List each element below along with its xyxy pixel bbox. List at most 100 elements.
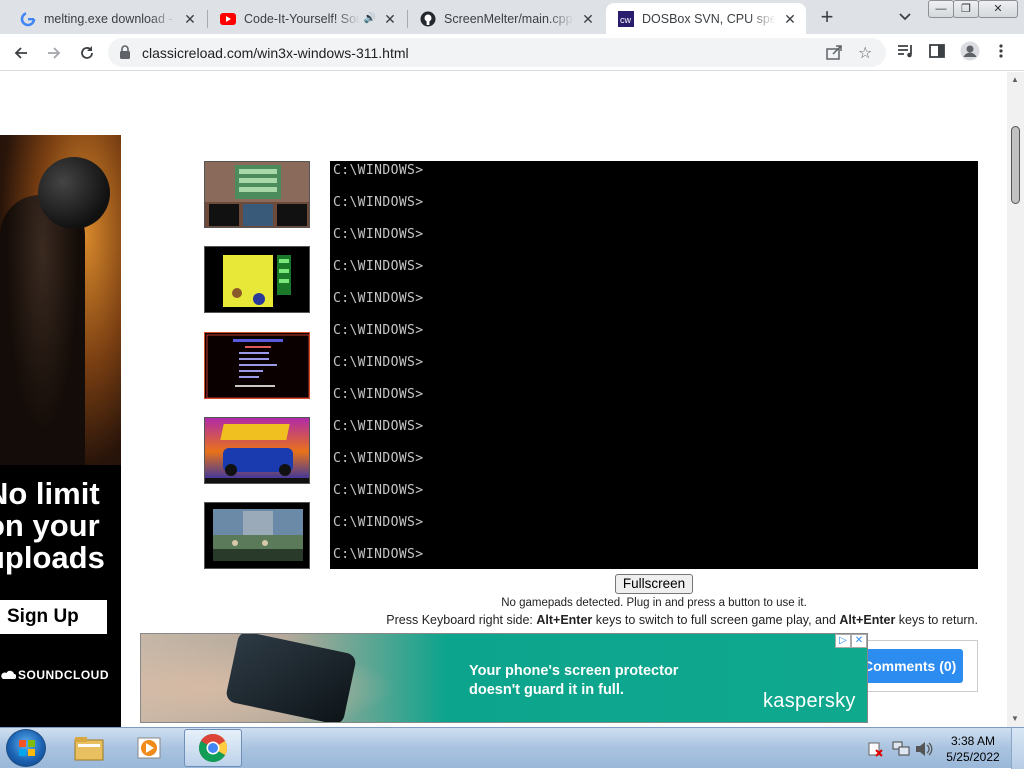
thumbnail-image — [205, 247, 309, 312]
url-text[interactable]: classicreload.com/win3x-windows-311.html — [142, 45, 409, 61]
share-icon[interactable] — [826, 44, 844, 60]
game-thumbnail[interactable] — [204, 417, 310, 484]
game-thumbnail[interactable] — [204, 502, 310, 569]
side-panel-icon[interactable] — [929, 43, 945, 59]
dos-prompt-line: C:\WINDOWS> — [333, 515, 424, 530]
dos-emulator-screen[interactable]: C:\WINDOWS> C:\WINDOWS> C:\WINDOWS> C:\WIND… — [330, 161, 978, 569]
ad-headline-line: No limit — [0, 476, 100, 511]
system-clock[interactable]: 3:38 AM 5/25/2022 — [938, 733, 1008, 765]
tab-github[interactable]: ScreenMelter/main.cpp at ✕ — [408, 3, 604, 34]
tab-strip: melting.exe download - G ✕ Code-It-Yours… — [0, 0, 1024, 34]
back-arrow-icon — [14, 47, 27, 59]
game-thumbnail[interactable] — [204, 246, 310, 313]
dos-prompt-line: C:\WINDOWS> — [333, 163, 424, 178]
browser-toolbar: classicreload.com/win3x-windows-311.html… — [0, 34, 1024, 71]
kaspersky-ad[interactable]: Your phone's screen protector doesn't gu… — [140, 633, 868, 723]
ad-text: Your phone's screen protector doesn't gu… — [469, 662, 678, 700]
ad-headline-line: uploads — [0, 540, 105, 575]
github-icon — [420, 11, 436, 27]
tab-close-icon[interactable]: ✕ — [382, 11, 398, 27]
scroll-down-icon[interactable]: ▼ — [1011, 714, 1019, 723]
page-scrollbar[interactable]: ▲ ▼ — [1007, 72, 1024, 727]
network-icon[interactable] — [892, 741, 910, 757]
game-thumbnail[interactable] — [204, 332, 310, 399]
tab-title: melting.exe download - G — [44, 11, 176, 26]
thumbnail-image — [205, 418, 309, 483]
kb-text: keys to return. — [895, 613, 978, 627]
audio-playing-icon[interactable]: 🔊 — [364, 13, 376, 24]
tab-youtube[interactable]: Code-It-Yourself! Sou 🔊 ✕ — [208, 3, 406, 34]
ad-photo-person — [0, 195, 85, 465]
soundcloud-cloud-icon — [1, 670, 16, 679]
start-button[interactable] — [6, 729, 46, 767]
taskbar-chrome[interactable] — [184, 729, 242, 767]
comments-panel: Comments (0) — [858, 640, 978, 692]
keyboard-instructions: Press Keyboard right side: Alt+Enter key… — [330, 613, 978, 627]
kb-text: Press Keyboard right side: — [386, 613, 537, 627]
taskbar-explorer[interactable] — [60, 729, 118, 767]
show-desktop-button[interactable] — [1011, 728, 1024, 769]
dos-prompt-line: C:\WINDOWS> — [333, 451, 424, 466]
action-center-icon[interactable] — [867, 741, 883, 757]
dos-prompt-line: C:\WINDOWS> — [333, 387, 424, 402]
clock-time: 3:38 AM — [950, 734, 996, 748]
lock-icon[interactable] — [119, 45, 131, 59]
dos-prompt-line: C:\WINDOWS> — [333, 483, 424, 498]
tab-dosbox[interactable]: cw DOSBox SVN, CPU speed ✕ — [606, 3, 806, 34]
forward-arrow-icon — [48, 47, 61, 59]
fullscreen-button[interactable]: Fullscreen — [615, 574, 693, 594]
ad-text-line: doesn't guard it in full. — [469, 682, 624, 698]
tab-title: Code-It-Yourself! Sou — [244, 11, 360, 26]
back-button[interactable] — [9, 41, 33, 65]
reload-icon — [81, 46, 93, 59]
dosbox-icon: cw — [618, 10, 634, 27]
tab-title: ScreenMelter/main.cpp at — [444, 11, 574, 26]
ad-text-line: Your phone's screen protector — [469, 663, 679, 679]
volume-icon[interactable] — [915, 741, 933, 757]
microphone-image — [38, 157, 110, 229]
reload-button[interactable] — [75, 41, 99, 65]
kaspersky-logo: kaspersky — [763, 690, 856, 712]
media-control-icon[interactable] — [897, 43, 915, 59]
close-window-button[interactable]: ✕ — [978, 0, 1018, 18]
address-bar[interactable]: classicreload.com/win3x-windows-311.html… — [108, 38, 886, 67]
game-thumbnail[interactable] — [204, 161, 310, 228]
google-icon — [20, 11, 36, 27]
restore-button[interactable]: ❐ — [953, 0, 979, 18]
soundcloud-logo: SOUNDCLOUD — [0, 668, 109, 682]
new-tab-button[interactable]: + — [815, 6, 839, 28]
bookmark-star-icon[interactable]: ☆ — [858, 43, 872, 63]
tab-close-icon[interactable]: ✕ — [182, 11, 198, 27]
media-player-icon — [137, 737, 161, 759]
windows-taskbar: 3:38 AM 5/25/2022 — [0, 727, 1024, 769]
thumbnail-image — [205, 503, 309, 568]
dos-prompt-line: C:\WINDOWS> — [333, 291, 424, 306]
dos-prompt-line: C:\WINDOWS> — [333, 323, 424, 338]
profile-avatar-icon[interactable] — [960, 41, 980, 61]
tab-google[interactable]: melting.exe download - G ✕ — [8, 3, 206, 34]
tab-close-icon[interactable]: ✕ — [580, 11, 596, 27]
gamepad-message: No gamepads detected. Plug in and press … — [501, 597, 807, 609]
tab-close-icon[interactable]: ✕ — [782, 11, 798, 27]
tab-title: DOSBox SVN, CPU speed — [642, 11, 776, 26]
chrome-icon — [199, 734, 227, 762]
menu-kebab-icon[interactable] — [998, 43, 1004, 59]
forward-button[interactable] — [42, 41, 66, 65]
sign-up-button[interactable]: Sign Up — [0, 600, 107, 634]
thumbnail-image — [205, 333, 309, 398]
taskbar-media-player[interactable] — [121, 729, 179, 767]
dos-prompt-line: C:\WINDOWS> — [333, 195, 424, 210]
scrollbar-thumb[interactable] — [1011, 126, 1020, 204]
kb-text: keys to switch to full screen game play,… — [592, 613, 840, 627]
dos-prompt-line: C:\WINDOWS> — [333, 259, 424, 274]
soundcloud-ad[interactable]: No limit on your uploads Sign Up SOUNDCL… — [0, 135, 121, 727]
comments-button[interactable]: Comments (0) — [863, 649, 963, 683]
dos-prompt-line: C:\WINDOWS> — [333, 355, 424, 370]
ad-close-icon[interactable]: ✕ — [851, 634, 867, 648]
adchoices-icon[interactable]: ▷ — [835, 634, 851, 648]
folder-icon — [74, 737, 104, 761]
youtube-icon — [220, 11, 236, 27]
tab-search-button[interactable] — [895, 8, 915, 26]
scroll-up-icon[interactable]: ▲ — [1011, 75, 1019, 84]
minimize-button[interactable]: — — [928, 0, 954, 18]
